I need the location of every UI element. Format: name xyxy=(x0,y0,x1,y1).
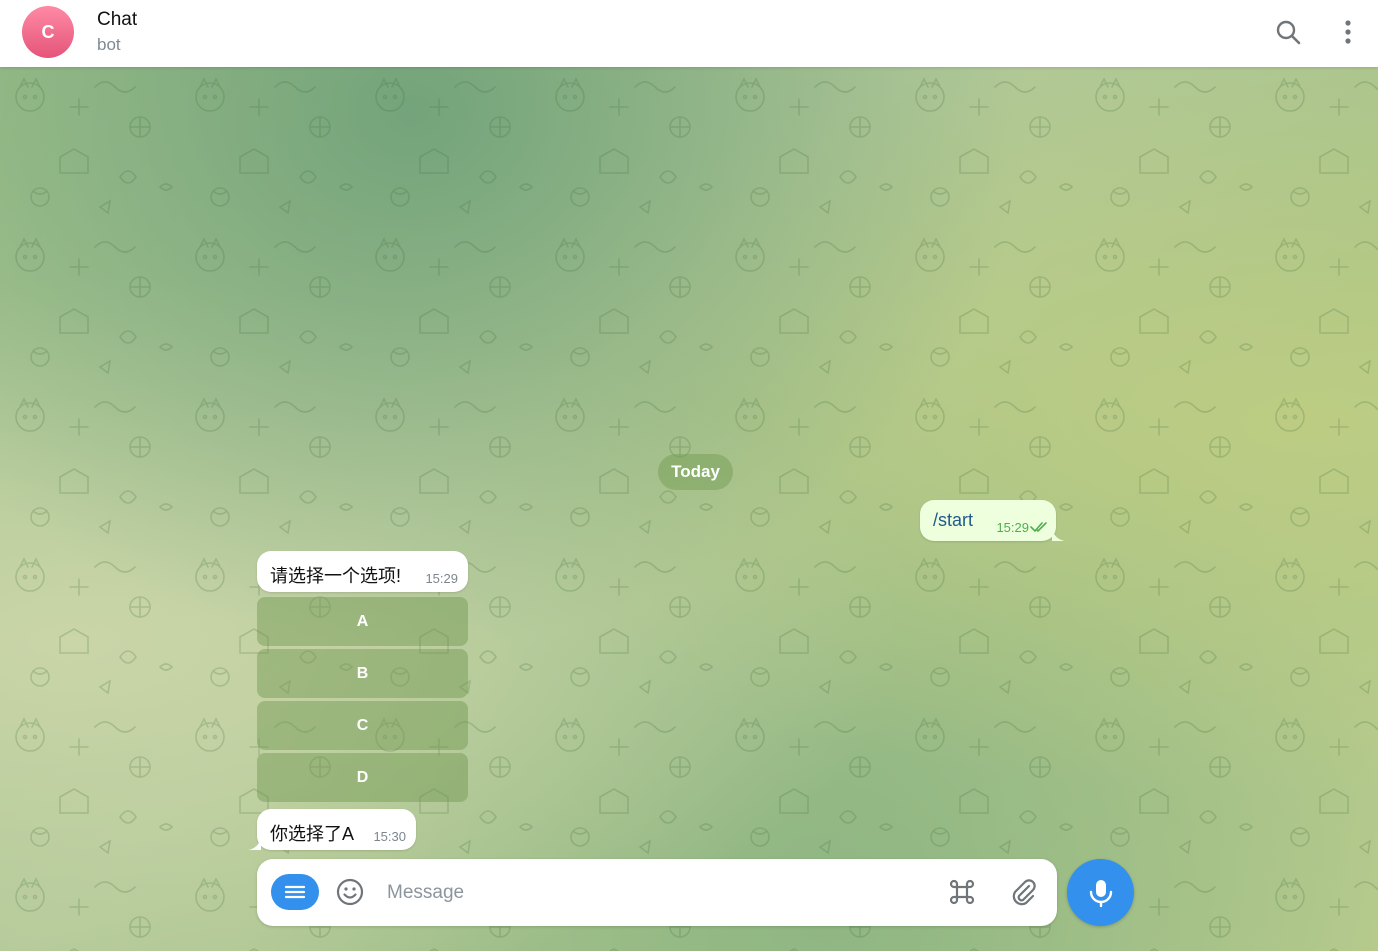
more-vertical-icon[interactable] xyxy=(1334,18,1362,46)
attach-icon[interactable] xyxy=(1007,876,1039,908)
inline-button-d[interactable]: D xyxy=(257,753,468,802)
bubble-tail xyxy=(1052,528,1065,541)
date-separator: Today xyxy=(658,454,733,490)
incoming-message[interactable]: 你选择了A 15:30 xyxy=(257,809,416,850)
microphone-icon xyxy=(1089,879,1112,907)
doodle-pattern xyxy=(0,67,1378,951)
avatar[interactable]: C xyxy=(22,6,74,58)
voice-record-button[interactable] xyxy=(1067,859,1134,926)
emoji-icon[interactable] xyxy=(334,876,366,908)
incoming-message[interactable]: 请选择一个选项! 15:29 xyxy=(257,551,468,592)
chat-header: C Chat bot xyxy=(0,0,1378,67)
inline-button-a[interactable]: A xyxy=(257,597,468,646)
message-time: 15:30 xyxy=(373,829,406,844)
message-time: 15:29 xyxy=(996,520,1029,535)
chat-status: bot xyxy=(97,35,121,54)
inline-button-c[interactable]: C xyxy=(257,701,468,750)
message-time: 15:29 xyxy=(425,571,458,586)
message-text: 你选择了A xyxy=(270,824,355,844)
command-icon[interactable] xyxy=(946,876,978,908)
message-input[interactable] xyxy=(385,879,909,907)
message-text: /start xyxy=(933,510,974,530)
inline-button-b[interactable]: B xyxy=(257,649,468,698)
double-check-icon xyxy=(1030,522,1047,533)
chat-title[interactable]: Chat xyxy=(97,9,137,31)
message-text: 请选择一个选项! xyxy=(270,566,402,586)
outgoing-message[interactable]: /start 15:29 xyxy=(920,500,1056,541)
message-composer xyxy=(257,859,1057,926)
bubble-tail xyxy=(248,837,261,850)
bot-menu-button[interactable] xyxy=(271,874,319,910)
chat-background xyxy=(0,67,1378,951)
search-icon[interactable] xyxy=(1274,18,1302,46)
menu-icon xyxy=(284,885,306,899)
